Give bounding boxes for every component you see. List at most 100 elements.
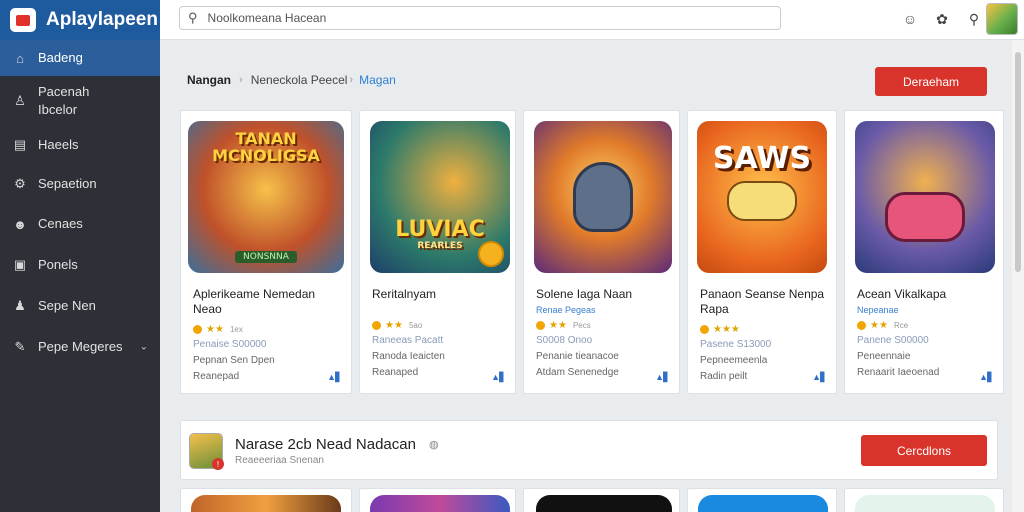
sidebar-item-home[interactable]: ⌂ Badeng [0, 40, 160, 76]
card-detail: Reanepad [193, 371, 240, 382]
face-icon[interactable]: ☺ [900, 9, 920, 29]
sidebar-item-people[interactable]: ☻ Cenaes [0, 204, 160, 244]
avatar[interactable] [986, 3, 1018, 35]
rating-text: 5ao [408, 321, 423, 330]
card-detail: Penanie tieanacoe [536, 351, 619, 362]
sidebar-item-tools[interactable]: ✎ Pepe Megeres ⌄ [0, 326, 160, 368]
card-title[interactable]: Solene Iaga Naan [536, 287, 686, 302]
sidebar-item-settings[interactable]: ⚙ Sepaetion [0, 164, 160, 204]
scrollbar-thumb[interactable] [1015, 52, 1021, 272]
rating-stars: ★★★ [700, 324, 740, 335]
app-thumbnail[interactable] [855, 121, 995, 273]
card-title[interactable]: Reritalnyam [372, 287, 522, 302]
brand-header[interactable]: Aplaylapeen [0, 0, 160, 40]
thumbnail-title: SAWS [712, 141, 812, 177]
app-card[interactable] [687, 488, 837, 512]
section-action-button[interactable]: Cercdlons [861, 435, 987, 466]
app-thumbnail[interactable] [534, 121, 672, 273]
rating-text: Pecs [572, 321, 591, 330]
featured-section: ! Narase 2cb Nead Nadacan ◍ Reaeeeriaa S… [180, 420, 998, 480]
person-icon: ♟ [14, 298, 26, 313]
app-card[interactable] [844, 488, 1004, 512]
app-thumbnail[interactable]: SAWS [697, 121, 827, 273]
card-title[interactable]: Acean Vikalkapa [857, 287, 1007, 302]
card-detail: Ranoda Ieaicten [372, 351, 445, 362]
card-title[interactable]: Aplerikeame Nemedan Neao [193, 287, 343, 317]
card-meta: Panene S00000 Peneennaie Renaarit Iaeoen… [857, 333, 939, 381]
app-thumbnail[interactable] [536, 495, 672, 512]
card-meta: Penaise S00000 Pepnan Sen Dpen Reanepad [193, 337, 275, 385]
thumbnail-title: LUVIAC [395, 217, 485, 243]
search-input[interactable] [207, 11, 748, 25]
sidebar-item-profile[interactable]: ♙ Pacenah Ibcelor [0, 76, 160, 126]
sidebar-item-person[interactable]: ♟ Sepe Nen [0, 286, 160, 326]
info-icon[interactable]: ◍ [429, 438, 439, 451]
card-meta: Raneeas Pacatt Ranoda Ieaicten Reanaped [372, 333, 445, 381]
card-title[interactable]: Panaon Seanse Nenpa Rapa [700, 287, 850, 317]
coin-icon [478, 241, 504, 267]
rating-stars: ★★ 1ex [193, 324, 243, 335]
app-card[interactable]: Acean Vikalkapa Nepeanae ★★ Rce Panene S0… [844, 110, 1004, 394]
search-icon[interactable]: ⚲ [964, 9, 984, 29]
card-detail: Pepnan Sen Dpen [193, 355, 275, 366]
app-card[interactable]: Solene Iaga Naan Renae Pegeas ★★ Pecs S00… [523, 110, 680, 394]
rating-stars: ★★ 5ao [372, 320, 422, 331]
app-thumbnail[interactable] [191, 495, 341, 512]
breadcrumb-current[interactable]: Magan [359, 73, 396, 87]
search-box[interactable]: ⚲ [179, 6, 781, 30]
app-card[interactable]: LUVIAC REARLES Reritalnyam ★★ 5ao Raneeas… [359, 110, 516, 394]
gamepad-image [885, 192, 965, 242]
rating-stars: ★★ Pecs [536, 320, 591, 331]
app-card[interactable] [180, 488, 352, 512]
sidebar-item-list[interactable]: ▤ Haeels [0, 126, 160, 164]
card-subtitle[interactable]: Renae Pegeas [536, 305, 596, 315]
settings-icon: ⚙ [14, 176, 26, 191]
chevron-down-icon[interactable]: ⌄ [140, 342, 148, 353]
sidebar: Aplaylapeen ⌂ Badeng ♙ Pacenah Ibcelor ▤… [0, 0, 160, 512]
panel-icon: ▣ [13, 257, 27, 272]
app-thumbnail[interactable]: LUVIAC REARLES [370, 121, 510, 273]
card-detail: Pepneemeenla [700, 355, 768, 366]
rating-text: 1ex [229, 325, 243, 334]
card-price: S0008 Onoo [536, 335, 593, 346]
card-price: Raneeas Pacatt [372, 335, 444, 346]
card-subtitle[interactable]: Nepeanae [857, 305, 899, 315]
alert-badge-icon: ! [212, 458, 224, 470]
sidebar-item-label: Sepe Nen [38, 298, 96, 313]
card-detail: Peneennaie [857, 351, 911, 362]
vertical-scrollbar[interactable] [1012, 40, 1024, 512]
app-card[interactable]: TANAN MCNOLIGSA NONSNNA Aplerikeame Neme… [180, 110, 352, 394]
wrench-icon: ✎ [14, 339, 26, 354]
thumbnail-subtitle: REARLES [417, 240, 463, 251]
top-bar: ⚲ ☺ ✿ ⚲ [160, 0, 1024, 40]
app-card[interactable] [359, 488, 516, 512]
app-title: Aplaylapeen [46, 9, 158, 30]
card-detail: Renaarit Iaeoenad [857, 367, 940, 378]
app-card[interactable] [523, 488, 680, 512]
search-icon: ⚲ [188, 10, 198, 25]
app-thumbnail[interactable] [698, 495, 828, 512]
section-thumbnail[interactable]: ! [189, 433, 224, 470]
main-content: Nangan › Neneckola Peecel › Magan Deraeh… [160, 40, 1012, 512]
header-action-button[interactable]: Deraeham [875, 67, 987, 96]
section-subtitle: Reaeeeriaa Snenan [235, 455, 324, 466]
app-card-row-2 [180, 488, 1004, 512]
card-price: Pasene S13000 [700, 339, 772, 350]
character-image [727, 180, 797, 221]
character-image [573, 162, 633, 232]
sidebar-item-label: Ponels [38, 257, 78, 272]
app-card[interactable]: SAWS Panaon Seanse Nenpa Rapa ★★★ Pasene… [687, 110, 837, 394]
sidebar-item-label: Badeng [38, 50, 83, 65]
card-price: Panene S00000 [857, 335, 929, 346]
breadcrumb-middle[interactable]: Neneckola Peecel [251, 73, 348, 87]
app-thumbnail[interactable]: TANAN MCNOLIGSA NONSNNA [188, 121, 344, 273]
app-thumbnail[interactable] [855, 495, 995, 512]
card-meta: S0008 Onoo Penanie tieanacoe Atdam Senen… [536, 333, 619, 381]
card-meta: Pasene S13000 Pepneemeenla Radin peilt [700, 337, 771, 385]
app-thumbnail[interactable] [370, 495, 510, 512]
sidebar-item-label: Sepaetion [38, 176, 97, 191]
sidebar-item-panels[interactable]: ▣ Ponels [0, 244, 160, 286]
puzzle-icon[interactable]: ✿ [932, 9, 952, 29]
breadcrumb-root[interactable]: Nangan [187, 73, 231, 87]
user-icon: ♙ [14, 93, 26, 108]
